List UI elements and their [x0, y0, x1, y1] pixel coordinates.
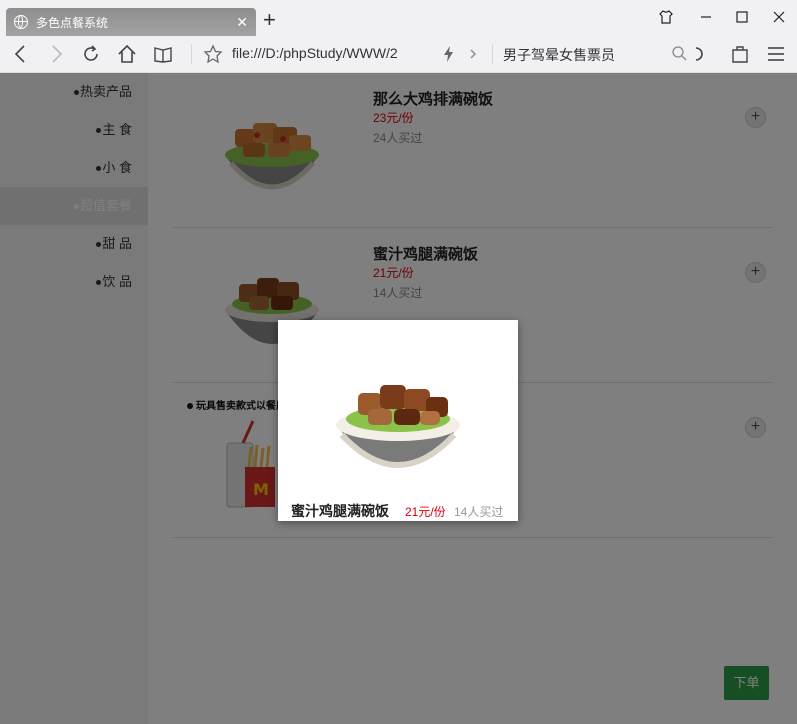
address-bar[interactable]: file:///D:/phpStudy/WWW/2 [232, 45, 398, 61]
product-detail-popup[interactable]: 蜜汁鸡腿满碗饭 21元/份 14人买过 [278, 320, 518, 521]
globe-icon [14, 15, 28, 29]
reading-mode-icon[interactable] [152, 43, 174, 65]
browser-titlebar: 多色点餐系统 ✕ + [0, 0, 797, 36]
maximize-icon[interactable] [735, 10, 749, 24]
reload-icon[interactable] [80, 43, 102, 65]
forward-icon[interactable] [45, 43, 67, 65]
undo-dropdown-icon[interactable] [690, 43, 712, 65]
browser-tab[interactable]: 多色点餐系统 ✕ [6, 8, 256, 36]
menu-icon[interactable] [765, 43, 787, 65]
shirt-icon[interactable] [659, 10, 673, 24]
lightning-icon[interactable] [438, 43, 460, 65]
home-icon[interactable] [116, 43, 138, 65]
page-content: 热卖产品 主 食 小 食 超值套餐 甜 品 饮 品 那么大鸡排满碗饭 23元 [0, 73, 797, 724]
minimize-icon[interactable] [699, 10, 713, 24]
popup-product-sold-count: 14人买过 [454, 505, 504, 519]
search-suggestion[interactable]: 男子驾晕女售票员 [503, 45, 615, 65]
tab-title: 多色点餐系统 [36, 15, 109, 30]
chevron-right-icon[interactable] [462, 43, 484, 65]
divider [492, 44, 493, 64]
divider [191, 44, 192, 64]
popup-product-price: 21元/份 [405, 505, 446, 519]
new-tab-button[interactable]: + [263, 9, 276, 31]
search-icon[interactable] [669, 43, 691, 65]
close-window-icon[interactable] [772, 10, 786, 24]
browser-navbar: file:///D:/phpStudy/WWW/2 男子驾晕女售票员 [0, 36, 797, 73]
bag-icon[interactable] [729, 43, 751, 65]
back-icon[interactable] [10, 43, 32, 65]
popup-product-name: 蜜汁鸡腿满碗饭 [291, 504, 389, 520]
close-tab-icon[interactable]: ✕ [236, 14, 248, 31]
star-icon[interactable] [202, 43, 224, 65]
honey-drumstick-rice-large-image [336, 385, 460, 468]
